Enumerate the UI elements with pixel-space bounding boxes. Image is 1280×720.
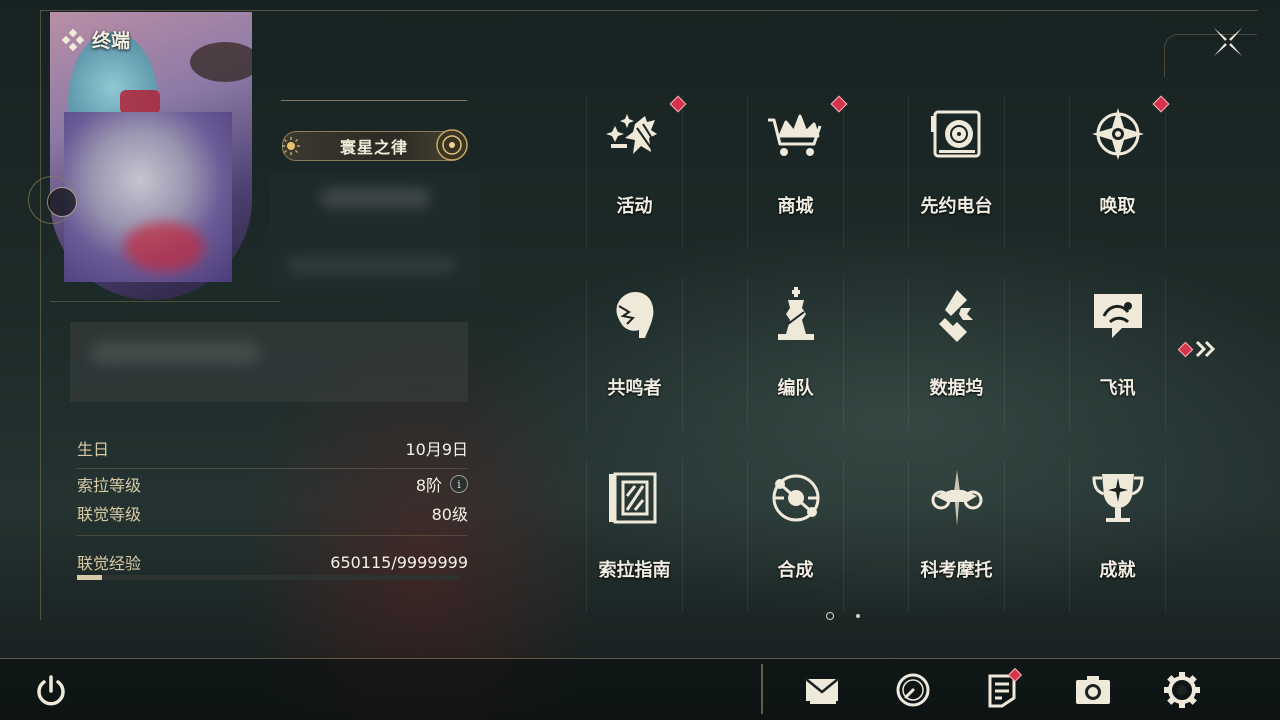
toolbar-separator: [761, 664, 763, 714]
menu-item-events[interactable]: 活动: [554, 82, 715, 264]
avatar[interactable]: [64, 112, 232, 282]
title-badge-label: 寰星之律: [339, 138, 408, 157]
union-exp-value: 650115/9999999: [330, 552, 468, 572]
chat-icon: [1093, 294, 1142, 338]
name-divider: [281, 100, 467, 101]
double-chevron-right-icon: [1195, 340, 1216, 358]
title-badge[interactable]: 寰星之律: [282, 129, 468, 161]
page-dot-1[interactable]: [826, 612, 834, 620]
motorcycle-icon: [931, 470, 982, 526]
menu-item-label: 合成: [777, 560, 814, 581]
orbit-emblem-icon: [436, 129, 468, 161]
terminal-title: 终端: [92, 30, 131, 52]
menu-item-label: 活动: [616, 196, 653, 217]
card-art-hat: [190, 42, 252, 82]
menu-item-label: 先约电台: [920, 196, 993, 217]
info-icon[interactable]: i: [450, 475, 468, 493]
top-frame-line: [40, 10, 1258, 11]
menu-item-convene[interactable]: 唤取: [1037, 82, 1198, 264]
menu-item-label: 索拉指南: [598, 560, 671, 581]
menu-item-resonators[interactable]: 共鸣者: [554, 264, 715, 446]
data-bank-icon: [938, 290, 973, 342]
menu-item-label: 共鸣者: [607, 378, 662, 399]
mail-icon[interactable]: [802, 670, 842, 710]
menu-item-radio[interactable]: 先约电台: [876, 82, 1037, 264]
birthday-label: 生日: [77, 440, 110, 459]
notification-badge: [1152, 95, 1170, 113]
menu-item-motorcycle[interactable]: 科考摩托: [876, 446, 1037, 628]
notice-button[interactable]: [982, 667, 1023, 710]
menu-item-guidebook[interactable]: 索拉指南: [554, 446, 715, 628]
stat-union-level: 联觉等级 80级: [77, 501, 468, 525]
menu-item-team[interactable]: 编队: [715, 264, 876, 446]
exp-progress-bar: [77, 575, 459, 580]
events-icon: [605, 114, 657, 154]
close-icon[interactable]: [1208, 22, 1248, 62]
sun-emblem-icon: [282, 137, 300, 155]
sola-level-label: 索拉等级: [77, 476, 142, 495]
card-art-ribbon: [120, 90, 160, 114]
stat-divider: [77, 535, 468, 536]
union-level-label: 联觉等级: [77, 505, 142, 524]
menu-item-achievements[interactable]: 成就: [1037, 446, 1198, 628]
union-level-value: 80级: [431, 505, 468, 524]
shop-icon: [767, 114, 821, 156]
page-dot-2[interactable]: [856, 614, 860, 618]
synthesis-icon: [772, 474, 819, 522]
menu-item-label: 商城: [777, 196, 814, 217]
function-menu-grid: 活动 商城 先约电台 唤取 共鸣者 编队 数据坞 飞讯 索拉指南 合成 科考摩托…: [554, 82, 1198, 628]
menu-item-label: 编队: [777, 378, 814, 399]
stat-divider: [77, 468, 468, 469]
menu-item-label: 飞讯: [1099, 378, 1136, 399]
settings-icon[interactable]: [1162, 670, 1202, 710]
next-page-button[interactable]: [1177, 340, 1221, 358]
sola-level-value: 8阶: [415, 476, 442, 495]
camera-icon[interactable]: [1073, 670, 1113, 710]
profile-divider: [50, 301, 280, 302]
player-name-blurred: [270, 172, 480, 290]
resonator-icon: [615, 292, 653, 338]
menu-item-data-bank[interactable]: 数据坞: [876, 264, 1037, 446]
signature-box-blurred[interactable]: [70, 322, 468, 402]
page-title: 终端: [62, 26, 130, 53]
menu-item-shop[interactable]: 商城: [715, 82, 876, 264]
menu-item-label: 数据坞: [929, 378, 984, 399]
avatar-dial-ornament: [28, 176, 77, 224]
achievement-icon: [1091, 474, 1144, 522]
terminal-diamond-icon: [62, 28, 84, 51]
exp-progress-fill: [77, 575, 102, 580]
guidebook-icon: [608, 472, 656, 524]
notification-badge: [830, 95, 848, 113]
radio-icon: [930, 110, 980, 158]
bottom-divider: [0, 658, 1280, 659]
clock-icon[interactable]: [893, 670, 933, 710]
menu-item-label: 成就: [1099, 560, 1136, 581]
menu-item-chat[interactable]: 飞讯: [1037, 264, 1198, 446]
birthday-value: 10月9日: [405, 440, 468, 459]
convene-icon: [1091, 108, 1144, 160]
power-icon[interactable]: [33, 673, 69, 709]
union-exp-label: 联觉经验: [77, 554, 142, 573]
menu-item-label: 唤取: [1099, 196, 1136, 217]
team-icon: [777, 287, 814, 340]
notification-badge: [669, 95, 687, 113]
notification-badge: [1177, 341, 1194, 357]
stat-union-exp: 联觉经验 650115/9999999: [77, 550, 468, 574]
stat-sola-level: 索拉等级 8阶 i: [77, 472, 468, 496]
stat-birthday: 生日 10月9日: [77, 436, 468, 460]
page-indicator: [826, 612, 860, 620]
menu-item-label: 科考摩托: [920, 560, 993, 581]
menu-item-synthesis[interactable]: 合成: [715, 446, 876, 628]
left-frame-rail: [40, 10, 41, 620]
